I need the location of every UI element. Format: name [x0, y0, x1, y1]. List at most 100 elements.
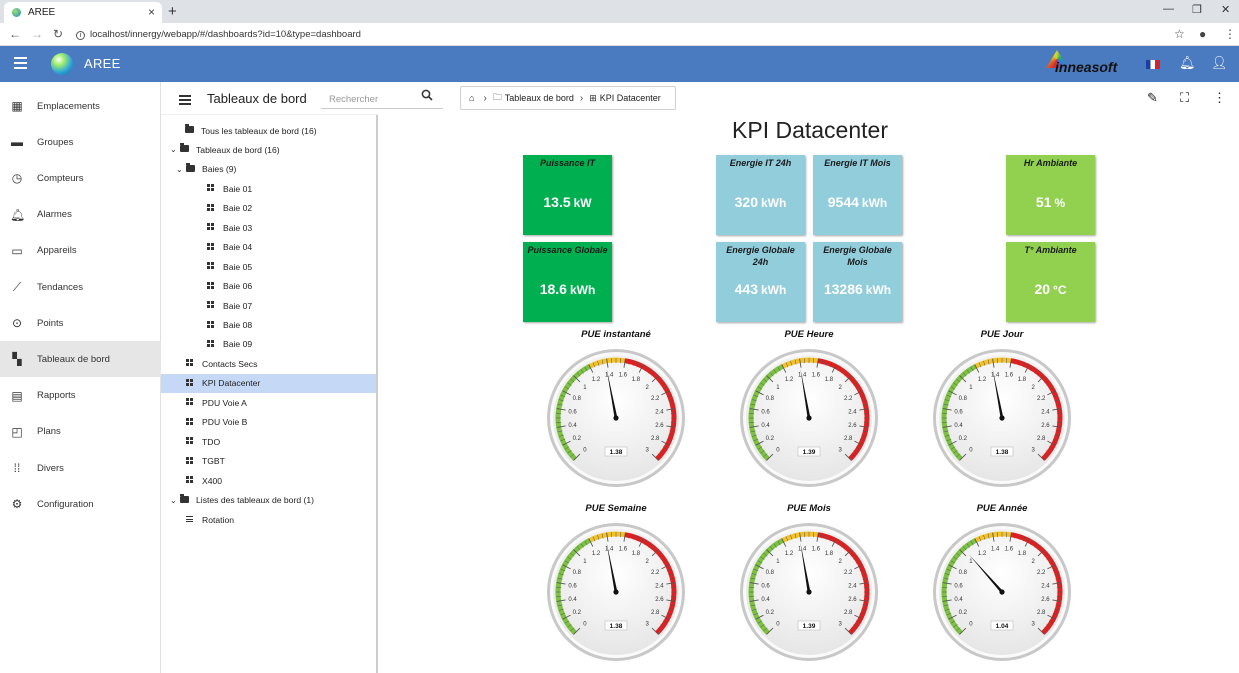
kpi-value: 13.5	[543, 194, 571, 210]
kpi-value-line: 9544 kWh	[813, 194, 902, 210]
dashboard-icon: ▚	[12, 352, 22, 367]
tree-node[interactable]: X400	[161, 471, 376, 490]
kpi-unit: kWh	[761, 283, 787, 297]
gauge-tick-label: 1.6	[1005, 547, 1014, 553]
tree-node[interactable]: ⌄ Tableaux de bord (16)	[161, 140, 376, 159]
home-icon[interactable]: ⌂	[469, 93, 474, 103]
restore-icon[interactable]: ❐	[1192, 3, 1202, 16]
fullscreen-icon[interactable]: ⛶	[1180, 90, 1189, 106]
nav-item-tendances[interactable]: ⟋ Tendances	[0, 269, 161, 305]
close-window-icon[interactable]: ✕	[1221, 3, 1230, 16]
kpi-label: Puissance Globale	[527, 245, 608, 255]
chevron-right-icon: ›	[483, 92, 487, 104]
close-tab-icon[interactable]: ×	[148, 5, 155, 19]
tree-node[interactable]: TGBT	[161, 452, 376, 471]
kpi-label: Energie Globale Mois	[823, 245, 892, 267]
tree-node[interactable]: PDU Voie B	[161, 413, 376, 432]
kpi-label: T° Ambiante	[1024, 245, 1077, 255]
tree-node[interactable]: PDU Voie A	[161, 393, 376, 412]
tree-node[interactable]: Tous les tableaux de bord (16)	[161, 121, 376, 140]
more-options-icon[interactable]: ⋮	[1213, 90, 1226, 106]
tree-node-label: KPI Datacenter	[202, 378, 261, 389]
nav-item-compteurs[interactable]: ◷ Compteurs	[0, 160, 161, 196]
tree-node[interactable]: Contacts Secs	[161, 354, 376, 373]
tree-node[interactable]: ⌄ Listes des tableaux de bord (1)	[161, 491, 376, 510]
forward-icon[interactable]: →	[31, 27, 43, 41]
tree-node[interactable]: Baie 02	[161, 199, 376, 218]
url-field[interactable]: i localhost/innergy/webapp/#/dashboards?i…	[76, 29, 361, 40]
dashboard-icon	[207, 203, 217, 213]
kpi-label: Hr Ambiante	[1023, 158, 1078, 168]
kpi-unit: °C	[1053, 283, 1067, 297]
user-icon[interactable]: 👤︎	[1211, 55, 1228, 71]
kpi-unit: kWh	[569, 283, 596, 297]
gauge-tick-label: 2.8	[651, 436, 660, 442]
gauge-title: PUE Mois	[787, 503, 831, 514]
gauge-tick-label: 2.6	[1041, 423, 1050, 429]
tree-node[interactable]: Baie 04	[161, 238, 376, 257]
nav-item-tableaux-de-bord[interactable]: ▚ Tableaux de bord	[0, 341, 161, 378]
nav-item-configuration[interactable]: ⚙ Configuration	[0, 486, 161, 522]
gauge-tick-label: 2.6	[655, 597, 664, 603]
nav-item-alarmes[interactable]: 🔔︎ Alarmes	[0, 197, 161, 233]
tree-node[interactable]: Baie 05	[161, 257, 376, 276]
gauge-tick-label: 2.2	[651, 570, 660, 576]
tree-node-label: Tableaux de bord (16)	[196, 144, 280, 155]
gauge-tick-label: 1.6	[619, 373, 628, 379]
kpi-label: Energie Globale 24h	[726, 245, 795, 267]
tree-node[interactable]: Baie 06	[161, 277, 376, 296]
folder-icon: ▬	[11, 135, 23, 150]
tree-node[interactable]: Baie 09	[161, 335, 376, 354]
reload-icon[interactable]: ↻	[53, 27, 63, 41]
nav-item-label: Tableaux de bord	[37, 353, 110, 365]
notifications-icon[interactable]: 🔔︎	[1179, 55, 1196, 71]
gauge-tick-label: 0.2	[573, 436, 582, 442]
new-tab-icon[interactable]: +	[168, 3, 177, 20]
gauge-tick-label: 2.8	[1037, 436, 1046, 442]
breadcrumb-root[interactable]: Tableaux de bord	[505, 93, 574, 103]
edit-icon[interactable]: ✎	[1147, 90, 1158, 106]
profile-icon[interactable]: ●	[1199, 27, 1206, 41]
kpi-label: Puissance IT	[539, 158, 596, 168]
tree-node[interactable]: Baie 07	[161, 296, 376, 315]
folder-icon	[185, 124, 195, 135]
nav-item-emplacements[interactable]: ▦ Emplacements	[0, 88, 161, 124]
nav-item-divers[interactable]: ⁞⁞ Divers	[0, 450, 161, 486]
nav-item-label: Tendances	[37, 281, 83, 293]
gauge-tick-label: 2.4	[1041, 583, 1050, 589]
chevron-down-icon[interactable]: ⌄	[176, 165, 186, 174]
tree-node[interactable]: KPI Datacenter	[161, 373, 376, 393]
tree-node[interactable]: Baie 08	[161, 316, 376, 335]
french-flag-icon[interactable]	[1146, 60, 1160, 69]
gauge-tick-label: 1.6	[1005, 373, 1014, 379]
nav-item-groupes[interactable]: ▬ Groupes	[0, 124, 161, 160]
tree-node[interactable]: ⌄ Baies (9)	[161, 160, 376, 179]
tree-node[interactable]: Baie 03	[161, 218, 376, 237]
kpi-tile: Puissance Globale 18.6 kWh	[523, 242, 612, 322]
menu-icon[interactable]	[14, 57, 27, 72]
browser-tab[interactable]: AREE ×	[4, 2, 162, 23]
gauge-value: 1.39	[803, 623, 816, 630]
browser-menu-icon[interactable]: ⋮	[1224, 27, 1236, 41]
gauge-tick-label: 1.2	[978, 551, 987, 557]
tree-node-label: Baie 02	[223, 203, 253, 214]
kpi-unit: kW	[573, 196, 592, 210]
nav-item-plans[interactable]: ◰ Plans	[0, 414, 161, 450]
dashboard-icon	[207, 301, 217, 310]
star-icon[interactable]: ☆	[1174, 27, 1185, 41]
panel-menu-icon[interactable]	[179, 95, 191, 107]
gauge-tick-label: 0.8	[766, 396, 775, 402]
tree-node[interactable]: Baie 01	[161, 179, 376, 198]
tree-node[interactable]: Rotation	[161, 510, 376, 529]
chevron-down-icon[interactable]: ⌄	[170, 496, 180, 505]
tree-node[interactable]: TDO	[161, 432, 376, 451]
nav-item-points[interactable]: ⊙ Points	[0, 305, 161, 341]
chevron-down-icon[interactable]: ⌄	[170, 145, 180, 154]
gauge-tick-label: 1.6	[812, 373, 821, 379]
nav-item-appareils[interactable]: ▭ Appareils	[0, 233, 161, 269]
gauge-tick-label: 1.2	[785, 551, 794, 557]
back-icon[interactable]: ←	[9, 27, 21, 41]
search-icon[interactable]	[421, 89, 433, 104]
nav-item-rapports[interactable]: ▤ Rapports	[0, 378, 161, 414]
minimize-icon[interactable]: —	[1163, 3, 1174, 15]
